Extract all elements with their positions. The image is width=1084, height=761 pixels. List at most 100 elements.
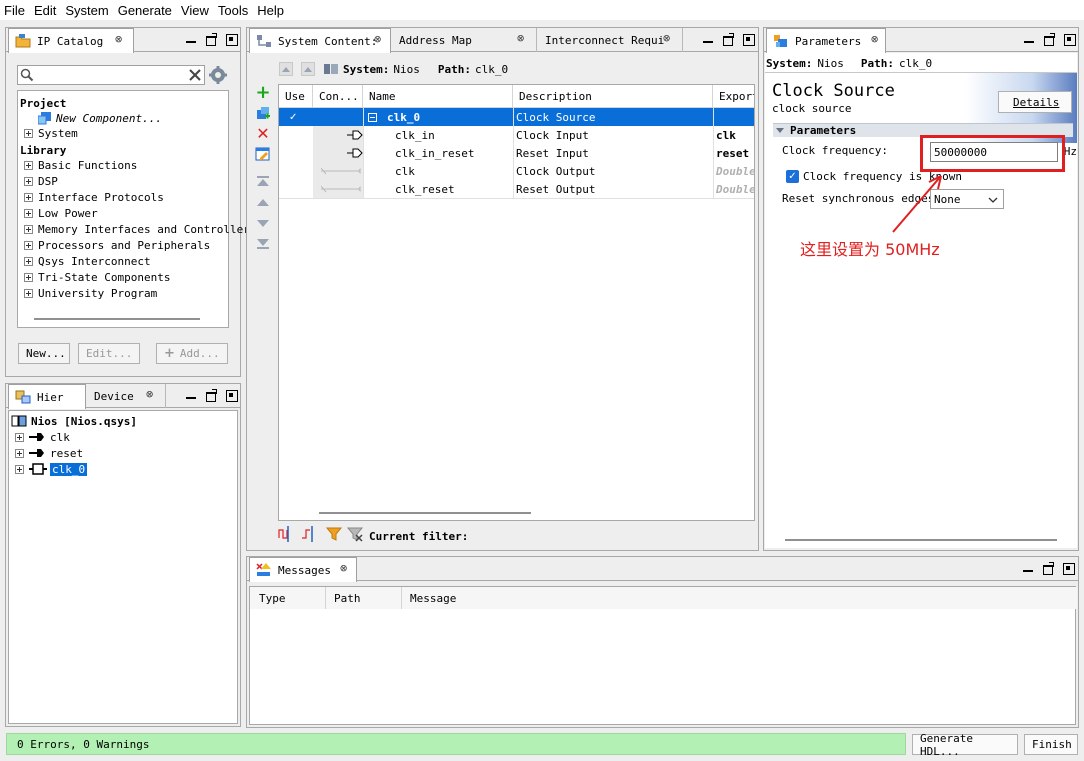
maximize-icon[interactable] (1041, 561, 1055, 575)
expand-icon[interactable] (24, 128, 33, 138)
menu-help[interactable]: Help (253, 3, 289, 18)
row-export[interactable]: Double (716, 180, 754, 198)
tree-root[interactable]: Nios [Nios.qsys] (11, 413, 137, 429)
expand-icon[interactable] (24, 176, 33, 186)
close-tab-icon[interactable]: ⊗ (374, 32, 381, 46)
maximize-icon[interactable] (204, 388, 218, 402)
clock-known-checkbox[interactable]: ✓ (786, 170, 799, 183)
add-component-icon[interactable]: + (255, 82, 271, 103)
use-checkbox[interactable]: ✓ (289, 108, 307, 126)
tab-address-map[interactable]: Address Map ⊗ (393, 28, 537, 52)
edit-button[interactable]: Edit... (78, 343, 140, 364)
tree-library-item[interactable]: Tri-State Components (24, 269, 170, 285)
menu-tools[interactable]: Tools (214, 3, 253, 18)
restore-icon[interactable] (224, 32, 238, 46)
tree-item-clk0[interactable]: clk_0 (15, 461, 88, 477)
tab-messages[interactable]: Messages ⊗ (249, 557, 357, 582)
tree-library-item[interactable]: Low Power (24, 205, 98, 221)
column-header-type[interactable]: Type (250, 587, 326, 609)
horizontal-scrollbar[interactable] (319, 512, 531, 514)
minimize-icon[interactable] (1021, 561, 1035, 575)
clock-filter-icon[interactable] (278, 526, 298, 542)
filter-icon[interactable] (326, 526, 342, 542)
tab-parameters[interactable]: Parameters ⊗ (766, 28, 886, 53)
tab-ip-catalog[interactable]: IP Catalog ⊗ (8, 28, 134, 53)
generate-hdl-button[interactable]: Generate HDL... (912, 732, 1018, 758)
tree-system[interactable]: System (24, 125, 78, 141)
column-header-export[interactable]: Export (713, 85, 754, 107)
move-bottom-icon[interactable] (255, 236, 271, 252)
expand-icon[interactable] (24, 240, 33, 250)
tree-item-clk[interactable]: clk (15, 429, 70, 445)
expand-icon[interactable] (24, 160, 33, 170)
close-tab-icon[interactable]: ⊗ (663, 31, 670, 45)
column-header-description[interactable]: Description (513, 85, 713, 107)
tree-item-reset[interactable]: reset (15, 445, 83, 461)
scroll-top-icon[interactable] (279, 62, 293, 76)
move-up-icon[interactable] (255, 194, 271, 210)
search-input[interactable] (36, 67, 186, 83)
tab-system-contents[interactable]: System Content: ⊗ (249, 28, 391, 53)
close-tab-icon[interactable]: ⊗ (517, 31, 524, 45)
row-export[interactable]: reset (716, 144, 754, 162)
edit-icon[interactable] (255, 146, 271, 162)
maximize-icon[interactable] (1042, 32, 1056, 46)
move-down-icon[interactable] (255, 215, 271, 231)
horizontal-scrollbar[interactable] (785, 539, 1057, 541)
column-header-message[interactable]: Message (402, 587, 1077, 609)
add-button[interactable]: + Add... (156, 343, 228, 364)
tree-library-item[interactable]: Basic Functions (24, 157, 137, 173)
tree-library-item[interactable]: DSP (24, 173, 58, 189)
row-export[interactable]: clk (716, 126, 754, 144)
tree-library-item[interactable]: Processors and Peripherals (24, 237, 210, 253)
restore-icon[interactable] (1061, 561, 1075, 575)
expand-icon[interactable] (15, 448, 24, 458)
close-tab-icon[interactable]: ⊗ (871, 32, 878, 46)
restore-icon[interactable] (1062, 32, 1076, 46)
collapse-icon[interactable] (368, 108, 380, 126)
expand-icon[interactable] (24, 224, 33, 234)
close-tab-icon[interactable]: ⊗ (146, 387, 153, 401)
expand-icon[interactable] (24, 272, 33, 282)
restore-icon[interactable] (224, 388, 238, 402)
column-header-path[interactable]: Path (326, 587, 402, 609)
expand-icon[interactable] (24, 192, 33, 202)
menu-view[interactable]: View (177, 3, 214, 18)
minimize-icon[interactable] (701, 32, 715, 46)
move-top-icon[interactable] (255, 173, 271, 189)
tree-library-item[interactable]: University Program (24, 285, 157, 301)
expand-icon[interactable] (24, 208, 33, 218)
minimize-icon[interactable] (184, 32, 198, 46)
expand-icon[interactable] (24, 256, 33, 266)
maximize-icon[interactable] (204, 32, 218, 46)
expand-icon[interactable] (24, 288, 33, 298)
remove-icon[interactable]: ✕ (255, 124, 271, 143)
expand-icon[interactable] (15, 464, 24, 474)
new-button[interactable]: New... (18, 343, 70, 364)
menu-file[interactable]: File (0, 3, 30, 18)
close-tab-icon[interactable]: ⊗ (340, 561, 347, 575)
tree-new-component[interactable]: New Component... (38, 110, 162, 126)
clear-search-icon[interactable] (189, 69, 201, 81)
tree-library-item[interactable]: Memory Interfaces and Controller (24, 221, 250, 237)
column-header-use[interactable]: Use (279, 85, 313, 107)
tab-device[interactable]: Device ⊗ (88, 384, 166, 408)
tab-hierarchy[interactable]: Hier (8, 384, 86, 409)
expand-icon[interactable] (15, 432, 24, 442)
tree-library-item[interactable]: Interface Protocols (24, 189, 164, 205)
row-export[interactable]: Double (716, 162, 754, 180)
column-header-connections[interactable]: Con... (313, 85, 363, 107)
add-connection-icon[interactable] (255, 106, 271, 122)
close-tab-icon[interactable]: ⊗ (115, 32, 122, 46)
column-header-name[interactable]: Name (363, 85, 513, 107)
menu-generate[interactable]: Generate (114, 3, 177, 18)
details-button[interactable]: Details (998, 91, 1072, 113)
tree-library-item[interactable]: Qsys Interconnect (24, 253, 151, 269)
gear-icon[interactable] (209, 66, 227, 84)
restore-icon[interactable] (741, 32, 755, 46)
horizontal-scrollbar[interactable] (34, 318, 200, 320)
collapse-triangle-icon[interactable] (776, 128, 784, 133)
minimize-icon[interactable] (1022, 32, 1036, 46)
tab-interconnect[interactable]: Interconnect Requi ⊗ (539, 28, 683, 52)
scroll-up-icon[interactable] (301, 62, 315, 76)
